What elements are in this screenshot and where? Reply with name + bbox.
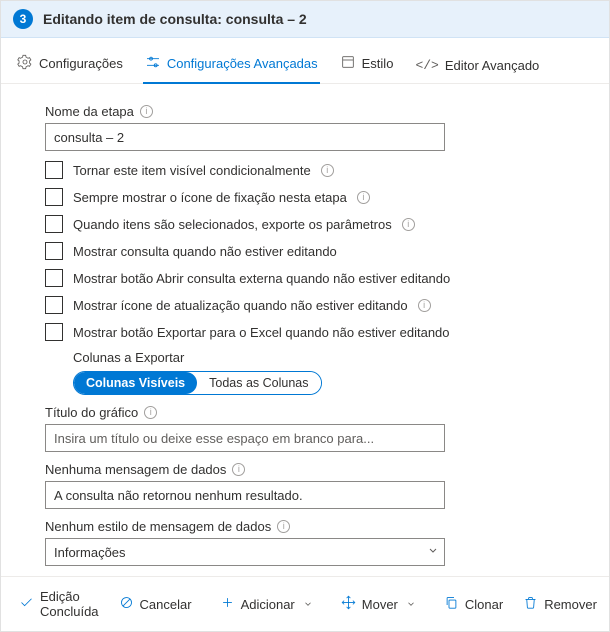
move-icon	[341, 595, 356, 613]
chevron-down-icon	[303, 597, 313, 612]
add-button[interactable]: Adicionar	[212, 591, 321, 617]
done-editing-button[interactable]: Edição Concluída	[11, 585, 107, 623]
pill-all-columns[interactable]: Todas as Colunas	[197, 372, 320, 394]
checkbox-label: Mostrar consulta quando não estiver edit…	[73, 244, 337, 259]
prohibit-icon	[119, 595, 134, 613]
button-label: Mover	[362, 597, 398, 612]
button-label: Adicionar	[241, 597, 295, 612]
checkbox-conditional-visibility[interactable]	[45, 161, 63, 179]
pill-visible-columns[interactable]: Colunas Visíveis	[74, 372, 197, 394]
tab-settings[interactable]: Configurações	[15, 48, 125, 83]
info-icon[interactable]: i	[144, 406, 157, 419]
options-checklist: Tornar este item visível condicionalment…	[45, 161, 565, 341]
button-label: Cancelar	[140, 597, 192, 612]
editor-header: 3 Editando item de consulta: consulta – …	[1, 1, 609, 38]
button-label: Remover	[544, 597, 597, 612]
checkbox-label: Mostrar botão Exportar para o Excel quan…	[73, 325, 450, 340]
chart-title-label: Título do gráfico	[45, 405, 138, 420]
checkbox-label: Quando itens são selecionados, exporte o…	[73, 217, 392, 232]
info-icon[interactable]: i	[402, 218, 415, 231]
tab-style[interactable]: Estilo	[338, 48, 396, 83]
checkbox-export-params[interactable]	[45, 215, 63, 233]
step-name-label: Nome da etapa	[45, 104, 134, 119]
move-button[interactable]: Mover	[333, 591, 424, 617]
sliders-icon	[145, 54, 161, 73]
button-label: Clonar	[465, 597, 503, 612]
checkbox-label: Sempre mostrar o ícone de fixação nesta …	[73, 190, 347, 205]
style-icon	[340, 54, 356, 73]
remove-button[interactable]: Remover	[515, 591, 605, 617]
tab-advanced-settings[interactable]: Configurações Avançadas	[143, 48, 320, 83]
no-data-style-select[interactable]	[45, 538, 445, 566]
plus-icon	[220, 595, 235, 613]
checkbox-show-refresh[interactable]	[45, 296, 63, 314]
tab-label: Configurações	[39, 56, 123, 71]
info-icon[interactable]: i	[357, 191, 370, 204]
info-icon[interactable]: i	[140, 105, 153, 118]
checkbox-show-export-excel[interactable]	[45, 323, 63, 341]
info-icon[interactable]: i	[277, 520, 290, 533]
cancel-button[interactable]: Cancelar	[111, 591, 200, 617]
advanced-settings-form: Nome da etapa i Tornar este item visível…	[1, 84, 609, 576]
info-icon[interactable]: i	[418, 299, 431, 312]
tab-strip: Configurações Configurações Avançadas Es…	[1, 38, 609, 84]
chevron-down-icon	[406, 597, 416, 612]
clone-button[interactable]: Clonar	[436, 591, 511, 617]
chart-title-input[interactable]	[45, 424, 445, 452]
trash-icon	[523, 595, 538, 613]
no-data-style-label: Nenhum estilo de mensagem de dados	[45, 519, 271, 534]
code-icon: </>	[415, 58, 438, 73]
gear-icon	[17, 54, 33, 73]
checkbox-label: Mostrar botão Abrir consulta externa qua…	[73, 271, 450, 286]
editor-footer: Edição Concluída Cancelar Adicionar	[1, 576, 609, 631]
button-label: Edição Concluída	[40, 589, 99, 619]
export-columns-label: Colunas a Exportar	[73, 350, 565, 365]
export-columns-toggle: Colunas Visíveis Todas as Colunas	[73, 371, 322, 395]
export-columns-block: Colunas a Exportar Colunas Visíveis Toda…	[73, 350, 565, 395]
info-icon[interactable]: i	[232, 463, 245, 476]
editor-title: Editando item de consulta: consulta – 2	[43, 11, 307, 27]
info-icon[interactable]: i	[321, 164, 334, 177]
tab-label: Configurações Avançadas	[167, 56, 318, 71]
copy-icon	[444, 595, 459, 613]
check-icon	[19, 595, 34, 613]
checkbox-label: Mostrar ícone de atualização quando não …	[73, 298, 408, 313]
no-data-msg-input[interactable]	[45, 481, 445, 509]
checkbox-show-open-external[interactable]	[45, 269, 63, 287]
tab-advanced-editor[interactable]: </> Editor Avançado	[413, 52, 541, 83]
step-name-input[interactable]	[45, 123, 445, 151]
checkbox-label: Tornar este item visível condicionalment…	[73, 163, 311, 178]
tab-label: Editor Avançado	[445, 58, 539, 73]
checkbox-always-show-pin[interactable]	[45, 188, 63, 206]
checkbox-show-query[interactable]	[45, 242, 63, 260]
step-number-badge: 3	[13, 9, 33, 29]
query-item-editor: 3 Editando item de consulta: consulta – …	[0, 0, 610, 632]
tab-label: Estilo	[362, 56, 394, 71]
no-data-msg-label: Nenhuma mensagem de dados	[45, 462, 226, 477]
